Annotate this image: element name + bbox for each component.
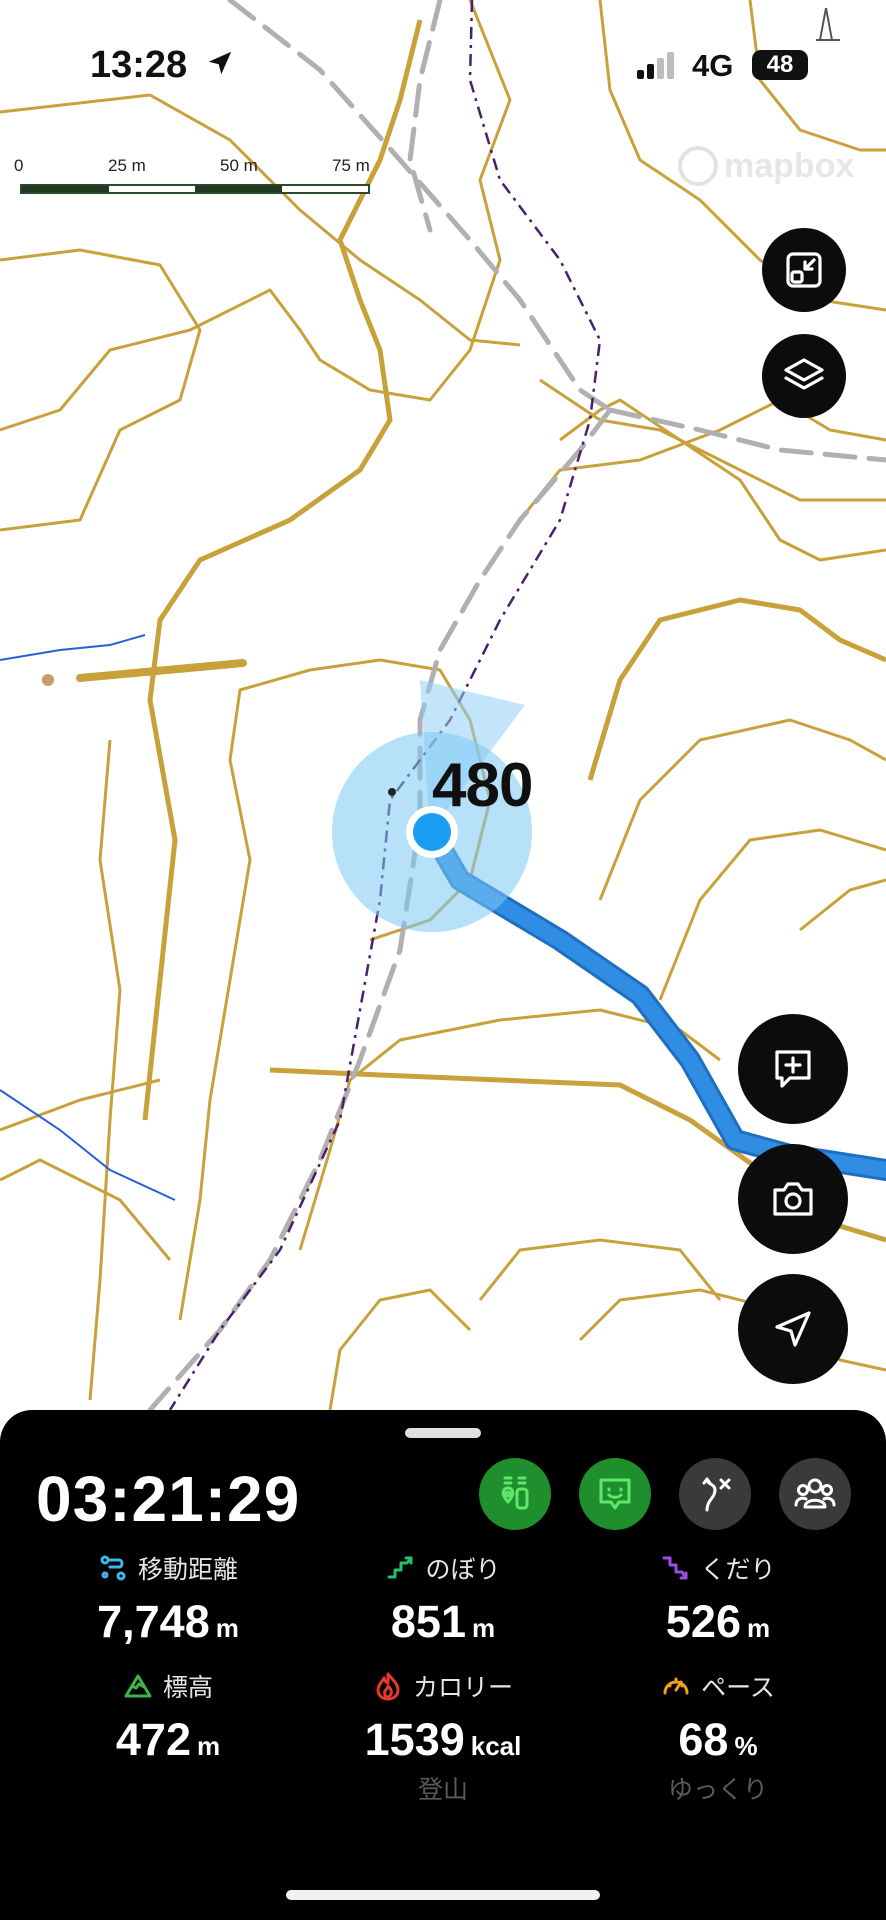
stat-label: のぼり: [425, 1556, 501, 1584]
stat-value: 851: [390, 1596, 466, 1647]
stat-label: 標高: [162, 1674, 213, 1702]
locate-me-button[interactable]: [738, 1274, 848, 1384]
flame-icon: [376, 1672, 400, 1701]
elapsed-time: 03:21:29: [36, 1463, 301, 1535]
trail-marker-toggle[interactable]: [479, 1458, 551, 1530]
map-dot: [42, 674, 54, 686]
camera-icon: [773, 1182, 813, 1216]
elevation-stat: 標高 472 m: [28, 1668, 308, 1766]
stat-unit: m: [196, 1731, 221, 1761]
ascent-icon: [387, 1556, 413, 1579]
stat-value: 1539: [364, 1714, 465, 1765]
stat-value: 472: [115, 1714, 191, 1765]
locate-arrow-icon: [775, 1311, 811, 1347]
activity-type: 登山: [417, 1776, 468, 1804]
stat-label: 移動距離: [137, 1556, 238, 1584]
mapbox-logo-icon: [678, 146, 718, 186]
route-branch-icon: [702, 1477, 731, 1512]
scale-label: 0: [14, 156, 24, 175]
mapbox-attribution[interactable]: mapbox: [678, 146, 854, 186]
camera-button[interactable]: [738, 1144, 848, 1254]
sheet-grabber[interactable]: [405, 1428, 481, 1438]
exit-fullscreen-icon: [786, 252, 822, 288]
chat-face-icon: [599, 1478, 631, 1510]
stat-unit: m: [746, 1613, 771, 1643]
stat-label: ペース: [701, 1674, 775, 1702]
distance-stat: 移動距離 7,748 m: [28, 1550, 308, 1648]
add-note-button[interactable]: [738, 1014, 848, 1124]
exit-fullscreen-button[interactable]: [762, 228, 846, 312]
ascent-stat: のぼり 851 m: [303, 1550, 583, 1648]
home-indicator[interactable]: [286, 1890, 600, 1900]
descent-stat: くだり 526 m: [578, 1550, 858, 1648]
stat-unit: kcal: [470, 1731, 522, 1761]
mountain-icon: [124, 1674, 152, 1698]
stat-value: 526: [665, 1596, 741, 1647]
descent-icon: [662, 1556, 688, 1580]
scale-bar-track: [20, 184, 370, 194]
battery-level: 48: [752, 50, 808, 80]
stat-label: くだり: [700, 1556, 776, 1584]
speedometer-icon: [663, 1677, 689, 1695]
scale-label: 75 m: [332, 156, 370, 175]
map-scale-bar: 0 25 m 50 m 75 m: [14, 150, 384, 194]
map-layers-button[interactable]: [762, 334, 846, 418]
stat-value: 7,748: [97, 1596, 210, 1647]
group-toggle[interactable]: [779, 1458, 851, 1530]
pace-description: ゆっくり: [667, 1776, 768, 1804]
mapbox-wordmark: mapbox: [724, 146, 855, 185]
layers-icon: [784, 358, 824, 390]
cellular-signal-icon: [637, 52, 674, 79]
group-icon: [794, 1478, 836, 1509]
network-type: 4G: [692, 48, 734, 83]
stat-label: カロリー: [412, 1674, 513, 1702]
location-arrow-icon: [208, 51, 232, 75]
add-note-icon: [775, 1050, 811, 1088]
distance-icon: [100, 1555, 126, 1581]
map-dot: [388, 788, 396, 796]
scale-label: 50 m: [220, 156, 258, 175]
stat-value: 68: [678, 1714, 729, 1765]
stat-unit: m: [471, 1613, 496, 1643]
tracking-panel: 03:21:29 移動距離 7,748 m のぼり 851 m くだり 526 …: [0, 1410, 886, 1920]
elevation-label: 480: [432, 751, 533, 820]
stat-unit: %: [734, 1731, 758, 1761]
chat-toggle[interactable]: [579, 1458, 651, 1530]
status-time: 13:28: [90, 44, 188, 86]
stat-unit: m: [215, 1613, 239, 1643]
route-toggle[interactable]: [679, 1458, 751, 1530]
calorie-stat: カロリー 1539 kcal 登山: [303, 1668, 583, 1806]
pace-stat: ペース 68% ゆっくり: [578, 1668, 858, 1806]
trail-marker-icon: [501, 1476, 529, 1510]
status-bar: 13:28 4G 48: [0, 0, 886, 130]
scale-label: 25 m: [108, 156, 146, 175]
